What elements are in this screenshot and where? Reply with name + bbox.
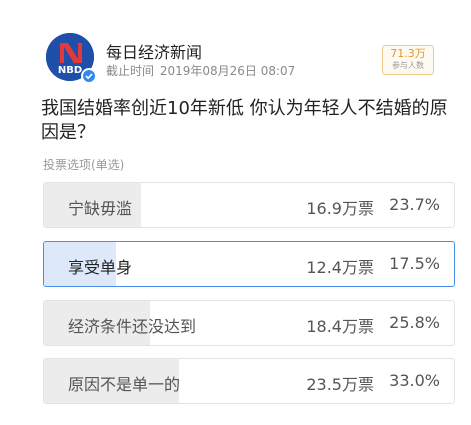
verified-check-icon [81, 68, 97, 84]
cutoff-time: 截止时间 2019年08月26日 08:07 [106, 62, 297, 79]
option-label: 享受单身 [68, 258, 133, 277]
poll-card: NBD 每日经济新闻 截止时间 2019年08月26日 08:07 71.3万 … [26, 0, 466, 425]
participants-label: 参与人数 [392, 61, 424, 70]
poll-option[interactable]: 经济条件还没达到 18.4万票 25.8% [43, 300, 455, 346]
option-label: 经济条件还没达到 [68, 317, 197, 336]
option-votes: 23.5万票 [306, 375, 374, 394]
option-percent: 33.0% [389, 371, 440, 390]
poll-question: 我国结婚率创近10年新低 你认为年轻人不结婚的原因是？ [41, 98, 448, 143]
option-label: 原因不是单一的 [68, 375, 181, 394]
option-percent: 23.7% [389, 195, 440, 214]
options-label: 投票选项(单选) [43, 158, 125, 172]
cutoff-value: 2019年08月26日 08:07 [159, 64, 296, 78]
option-votes: 18.4万票 [306, 317, 374, 336]
poll-option[interactable]: 原因不是单一的 23.5万票 33.0% [43, 358, 455, 404]
option-votes: 12.4万票 [306, 258, 374, 277]
option-votes: 16.9万票 [306, 199, 374, 218]
option-percent: 25.8% [389, 313, 440, 332]
option-label: 宁缺毋滥 [68, 199, 133, 218]
logo-text: NBD [58, 65, 82, 76]
source-name[interactable]: 每日经济新闻 [106, 39, 202, 63]
option-percent: 17.5% [389, 254, 440, 273]
poll-option[interactable]: 宁缺毋滥 16.9万票 23.7% [43, 182, 455, 228]
poll-option[interactable]: 享受单身 12.4万票 17.5% [43, 241, 455, 287]
participants-badge: 71.3万 参与人数 [382, 45, 434, 75]
participants-count: 71.3万 [390, 47, 426, 60]
cutoff-label: 截止时间 [106, 64, 155, 78]
